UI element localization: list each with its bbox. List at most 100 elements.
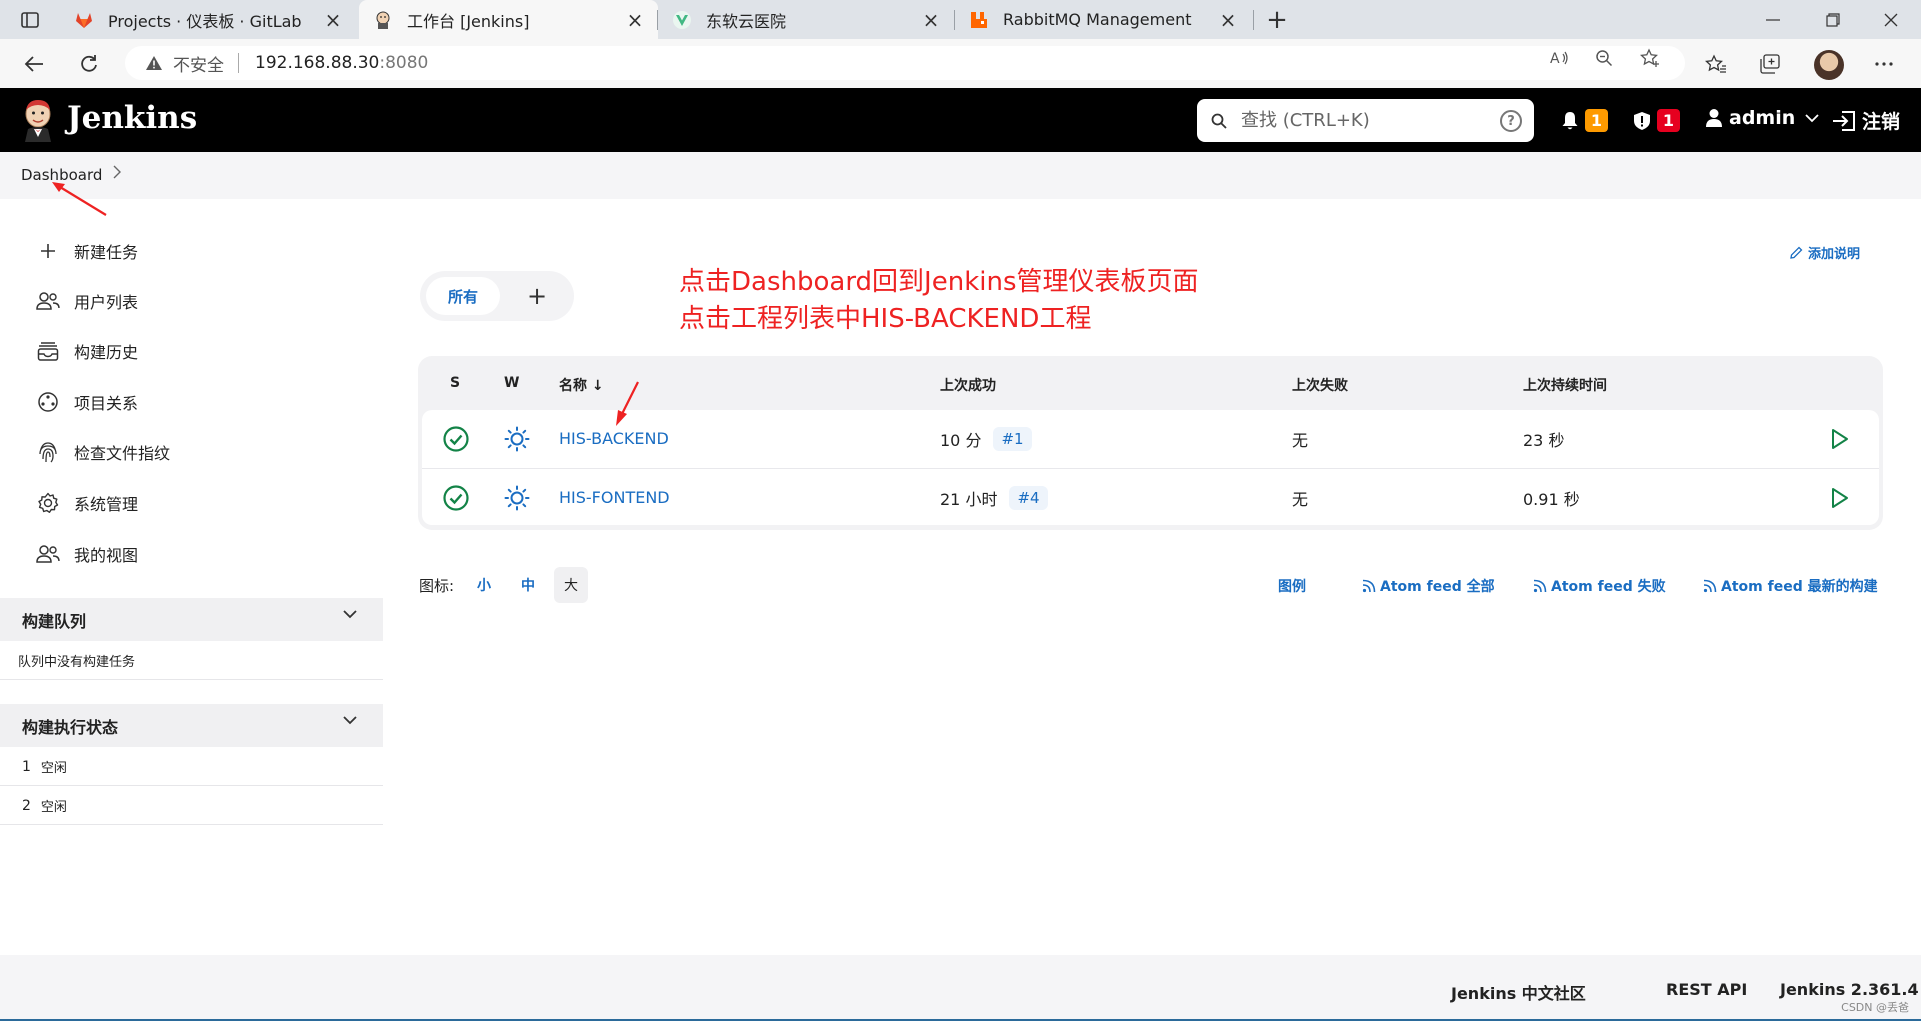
add-description-label: 添加说明 (1808, 247, 1861, 262)
tab-actions-icon[interactable] (14, 9, 46, 31)
column-weather[interactable]: W (504, 375, 519, 391)
watermark: CSDN @丢爸 (1841, 1001, 1909, 1014)
community-link[interactable]: Jenkins 中文社区 (1451, 980, 1586, 1004)
table-row: HIS-FONTEND 21 小时 #4 无 0.91 秒 (422, 468, 1879, 525)
users-icon (36, 289, 60, 313)
sunny-weather-icon (504, 410, 530, 467)
build-number-link[interactable]: #4 (1009, 485, 1048, 510)
gitlab-icon (74, 10, 94, 30)
search-input[interactable] (1241, 110, 1481, 131)
executors-header[interactable]: 构建执行状态 (0, 704, 383, 747)
sidebar-item-my-views[interactable]: 我的视图 (36, 539, 138, 569)
restore-icon[interactable] (1803, 0, 1863, 39)
build-queue-header[interactable]: 构建队列 (0, 598, 383, 641)
column-name[interactable]: 名称 ↓ (559, 375, 604, 395)
vue-icon (672, 10, 692, 30)
close-icon[interactable]: × (1219, 8, 1237, 32)
add-favorite-icon[interactable] (1639, 47, 1661, 69)
schedule-build-icon[interactable] (1830, 410, 1850, 467)
atom-feed-latest-link[interactable]: Atom feed 最新的构建 (1703, 576, 1878, 596)
security-alerts-button[interactable]: 1 (1633, 109, 1680, 132)
sidebar-item-new-job[interactable]: 新建任务 (36, 236, 138, 266)
browser-tab-hospital[interactable]: 东软云医院 × (658, 0, 954, 39)
tab-all[interactable]: 所有 (426, 277, 500, 315)
executor-number: 2 (22, 797, 31, 814)
close-icon[interactable]: × (626, 8, 644, 32)
read-aloud-icon[interactable]: A (1549, 47, 1571, 69)
jobs-table: S W 名称 ↓ 上次成功 上次失败 上次持续时间 HIS-BACKEND 10… (418, 356, 1883, 530)
reload-icon[interactable] (74, 49, 104, 79)
rabbitmq-icon (969, 10, 989, 30)
column-last-duration[interactable]: 上次持续时间 (1523, 375, 1607, 395)
add-description-link[interactable]: 添加说明 (1789, 243, 1860, 262)
user-menu[interactable]: admin (1705, 107, 1819, 129)
annotation-arrow (52, 182, 107, 216)
column-status[interactable]: S (450, 375, 460, 391)
jenkins-brand-name[interactable]: Jenkins (67, 100, 197, 136)
zoom-icon[interactable] (1593, 47, 1615, 69)
icon-size-large[interactable]: 大 (554, 567, 588, 603)
sidebar-item-build-history[interactable]: 构建历史 (36, 336, 138, 366)
version-link[interactable]: Jenkins 2.361.4 (1780, 980, 1919, 999)
table-footer: 图标: 小 中 大 图例 Atom feed 全部 Atom feed 失败 A… (418, 567, 1883, 603)
sidebar-item-project-relationship[interactable]: 项目关系 (36, 387, 138, 417)
new-tab-button[interactable]: + (1262, 5, 1292, 35)
annotation-line: 点击Dashboard回到Jenkins管理仪表板页面 (679, 267, 1199, 297)
close-icon[interactable]: × (922, 8, 940, 32)
rest-api-link[interactable]: REST API (1666, 980, 1747, 999)
address-bar[interactable]: 不安全 192.168.88.30:8080 (125, 46, 1685, 80)
legend-link[interactable]: 图例 (1278, 576, 1306, 596)
legend-label: 图例 (1278, 579, 1306, 595)
help-icon[interactable]: ? (1500, 110, 1522, 132)
build-history-icon (36, 339, 60, 363)
annotation-arrow (616, 381, 639, 426)
profile-avatar[interactable] (1814, 50, 1844, 80)
tab-divider (1253, 10, 1254, 30)
favorites-icon[interactable] (1701, 49, 1731, 79)
icon-size-small[interactable]: 小 (467, 567, 501, 603)
atom-feed-all-link[interactable]: Atom feed 全部 (1362, 576, 1495, 596)
close-window-icon[interactable] (1861, 0, 1921, 39)
sidebar-item-users[interactable]: 用户列表 (36, 286, 138, 316)
url-host: 192.168.88.30 (255, 53, 380, 73)
logout-icon (1832, 110, 1856, 131)
last-duration: 23 秒 (1523, 430, 1565, 450)
browser-tab-jenkins[interactable]: 工作台 [Jenkins] × (359, 0, 658, 39)
back-arrow-icon[interactable] (19, 49, 49, 79)
sidebar-item-label: 系统管理 (74, 495, 139, 514)
tab-title: Projects · 仪表板 · GitLab (108, 11, 302, 31)
build-number-link[interactable]: #1 (993, 426, 1032, 451)
sidebar-item-manage-jenkins[interactable]: 系统管理 (36, 488, 138, 518)
jenkins-logo-icon[interactable] (20, 98, 56, 142)
minimize-icon[interactable] (1743, 0, 1803, 39)
job-link-his-backend[interactable]: HIS-BACKEND (559, 429, 669, 448)
column-last-failure[interactable]: 上次失败 (1292, 375, 1348, 395)
more-menu-icon[interactable] (1869, 49, 1899, 79)
address-divider (238, 53, 239, 73)
logout-button[interactable]: 注销 (1832, 107, 1900, 134)
add-view-button[interactable]: + (522, 281, 552, 311)
job-link-his-fontend[interactable]: HIS-FONTEND (559, 488, 670, 507)
success-status-icon (443, 410, 469, 467)
browser-tab-gitlab[interactable]: Projects · 仪表板 · GitLab × (60, 0, 356, 39)
close-icon[interactable]: × (324, 8, 342, 32)
icon-size-label: 图标: (419, 577, 455, 595)
collections-icon[interactable] (1755, 49, 1785, 79)
atom-feed-failed-label: Atom feed 失败 (1551, 579, 1666, 595)
notifications-button[interactable]: 1 (1561, 109, 1608, 132)
chevron-down-icon[interactable] (343, 716, 357, 725)
sidebar-item-label: 我的视图 (74, 546, 139, 565)
annotation-line: 点击工程列表中HIS-BACKEND工程 (679, 304, 1092, 334)
chevron-right-icon[interactable] (112, 165, 122, 179)
security-label[interactable]: 不安全 (173, 51, 224, 76)
column-last-success[interactable]: 上次成功 (940, 375, 996, 395)
chevron-down-icon[interactable] (343, 610, 357, 619)
sidebar-item-fingerprint[interactable]: 检查文件指纹 (36, 437, 170, 467)
security-badge: 1 (1657, 109, 1680, 132)
atom-feed-failed-link[interactable]: Atom feed 失败 (1533, 576, 1666, 596)
schedule-build-icon[interactable] (1830, 469, 1850, 526)
icon-size-medium[interactable]: 中 (511, 567, 545, 603)
view-tabs: 所有 + (420, 271, 574, 321)
browser-tab-rabbitmq[interactable]: RabbitMQ Management × (955, 0, 1251, 39)
rss-icon (1362, 579, 1376, 593)
